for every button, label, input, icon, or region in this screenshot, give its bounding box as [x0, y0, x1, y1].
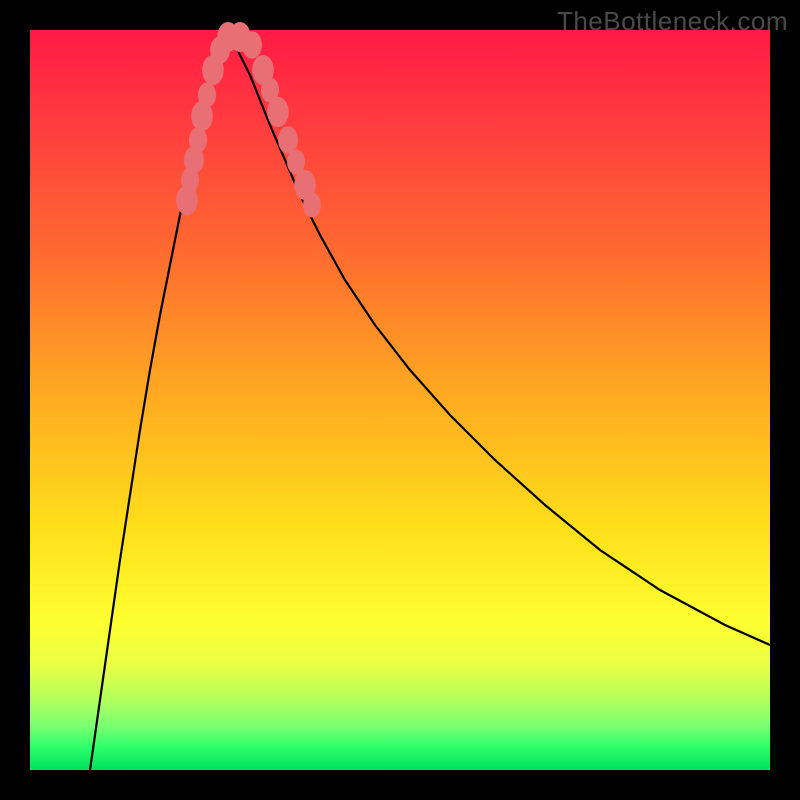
data-marker	[267, 97, 289, 127]
data-marker	[198, 83, 216, 108]
data-marker	[242, 31, 262, 59]
data-marker	[303, 193, 321, 218]
right-curve	[230, 35, 770, 645]
chart-frame: TheBottleneck.com	[0, 0, 800, 800]
left-curve	[90, 35, 230, 770]
data-marker	[189, 128, 207, 153]
curves-svg	[30, 30, 770, 770]
plot-area	[30, 30, 770, 770]
markers-group	[176, 22, 321, 218]
